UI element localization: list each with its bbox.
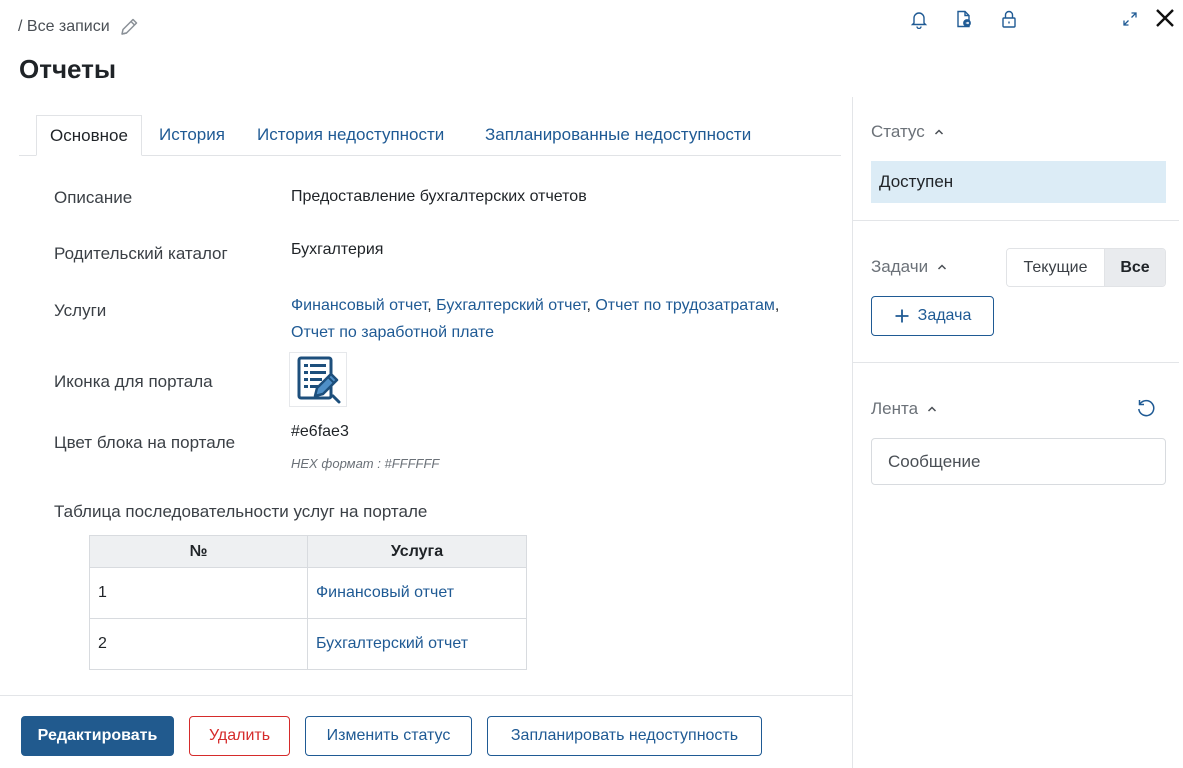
edit-button[interactable]: Редактировать (21, 716, 174, 756)
lock-icon[interactable] (998, 8, 1020, 30)
tab-scheduled-unavailability[interactable]: Запланированные недоступности (485, 115, 751, 156)
table-header-row: № Услуга (89, 535, 527, 568)
services-label: Услуги (54, 301, 107, 320)
document-pen-icon (295, 356, 341, 404)
tasks-current-toggle[interactable]: Текущие (1007, 249, 1105, 286)
column-header-service: Услуга (307, 535, 527, 568)
tasks-all-toggle[interactable]: Все (1105, 249, 1165, 286)
tab-unavailability-history[interactable]: История недоступности (257, 115, 444, 156)
footer-divider (0, 695, 852, 696)
description-value: Предоставление бухгалтерских отчетов (291, 188, 587, 205)
delete-button[interactable]: Удалить (189, 716, 290, 756)
column-header-number: № (89, 535, 308, 568)
service-separator: , (586, 297, 591, 314)
service-link[interactable]: Отчет по заработной плате (291, 324, 494, 341)
tasks-section-header[interactable]: Задачи (871, 257, 948, 277)
parent-catalog-link[interactable]: Бухгалтерия (291, 241, 383, 259)
add-task-button[interactable]: Задача (871, 296, 994, 336)
sequence-table-title: Таблица последовательности услуг на порт… (54, 502, 428, 521)
row-number: 2 (89, 618, 308, 670)
block-color-value: #e6fae3 (291, 423, 349, 440)
breadcrumb-link[interactable]: / Все записи (18, 18, 110, 36)
parent-catalog-label: Родительский каталог (54, 244, 228, 263)
chevron-up-icon (926, 403, 938, 415)
schedule-unavailability-button[interactable]: Запланировать недоступность (487, 716, 762, 756)
description-label: Описание (54, 188, 133, 207)
sequence-table: № Услуга 1 Финансовый отчет 2 Бухгалтерс… (89, 535, 527, 670)
row-service-link[interactable]: Финансовый отчет (307, 567, 527, 619)
row-service-link[interactable]: Бухгалтерский отчет (307, 618, 527, 670)
row-number: 1 (89, 567, 308, 619)
portal-icon-label: Иконка для портала (54, 372, 213, 391)
tasks-title: Задачи (871, 257, 929, 276)
tab-main[interactable]: Основное (36, 115, 142, 156)
add-task-label: Задача (917, 307, 972, 324)
chevron-up-icon (933, 126, 945, 138)
panel-divider (852, 97, 853, 768)
section-divider (853, 362, 1179, 363)
chevron-up-icon (936, 261, 948, 273)
service-link[interactable]: Финансовый отчет (291, 297, 427, 314)
feed-title: Лента (871, 399, 919, 418)
portal-icon-preview[interactable] (289, 352, 347, 407)
table-row: 1 Финансовый отчет (89, 567, 527, 619)
status-badge: Доступен (871, 161, 1166, 203)
feed-section-header[interactable]: Лента (871, 399, 938, 419)
refresh-icon[interactable] (1135, 397, 1157, 419)
service-link[interactable]: Отчет по трудозатратам (595, 297, 775, 314)
page-title: Отчеты (19, 54, 117, 84)
breadcrumb: / Все записи (18, 16, 140, 38)
status-section-header[interactable]: Статус (871, 122, 945, 142)
pencil-icon[interactable] (118, 16, 140, 38)
close-icon[interactable] (1153, 6, 1177, 30)
expand-icon[interactable] (1119, 8, 1141, 30)
status-title: Статус (871, 122, 925, 141)
document-export-icon[interactable] (953, 8, 975, 30)
message-input[interactable] (871, 438, 1166, 485)
change-status-button[interactable]: Изменить статус (305, 716, 472, 756)
table-row: 2 Бухгалтерский отчет (89, 618, 527, 670)
service-separator: , (427, 297, 432, 314)
bell-icon[interactable] (908, 8, 930, 30)
tab-bar: Основное История История недоступности З… (19, 115, 841, 156)
plus-icon (894, 308, 910, 324)
section-divider (853, 220, 1179, 221)
tab-history[interactable]: История (159, 115, 225, 156)
tasks-filter-toggle: Текущие Все (1006, 248, 1166, 287)
block-color-label: Цвет блока на портале (54, 433, 236, 452)
services-list: Финансовый отчет, Бухгалтерский отчет, О… (291, 292, 836, 346)
hex-format-hint: HEX формат : #FFFFFF (291, 456, 440, 471)
service-separator: , (774, 297, 780, 314)
service-link[interactable]: Бухгалтерский отчет (436, 297, 586, 314)
